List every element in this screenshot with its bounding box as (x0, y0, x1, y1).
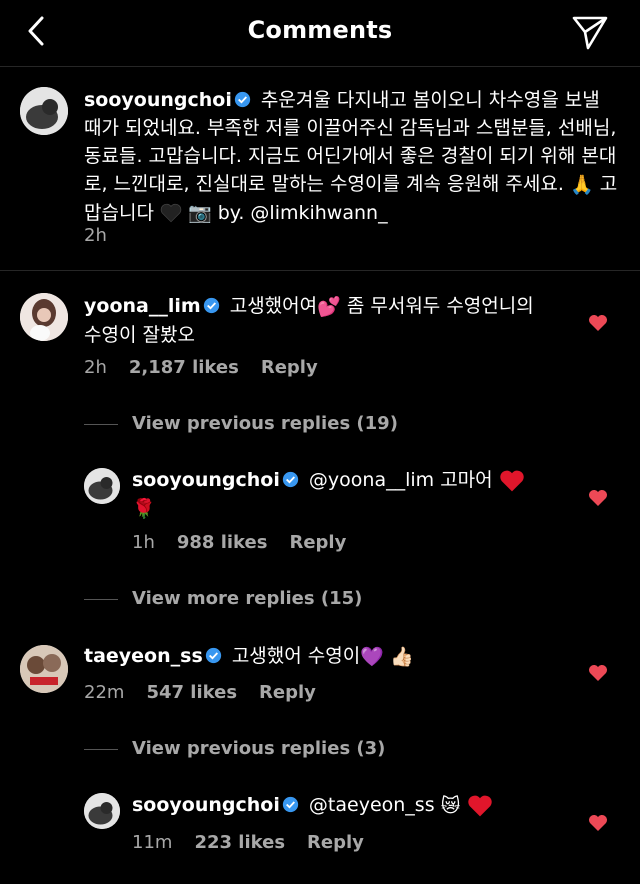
caption-credit[interactable]: by. @limkihwann_ (218, 202, 388, 224)
reply-body: @yoona__lim 고마어 (308, 469, 493, 491)
rose-emoji: 🌹 (132, 497, 156, 520)
caption-meta: 2h (84, 225, 129, 246)
comment-body-cont: 좀 무서워두 수영언니의 (346, 295, 534, 317)
like-heart-icon[interactable] (588, 664, 608, 682)
verified-badge-icon (282, 796, 299, 813)
reply-likes[interactable]: 988 likes (177, 532, 268, 553)
caption-time: 2h (84, 225, 107, 246)
red-heart-icon (500, 470, 524, 491)
reply-text: sooyoungchoi @taeyeon_ss 😿 (132, 791, 572, 820)
avatar[interactable] (84, 468, 120, 504)
view-replies-label: View previous replies (3) (132, 738, 386, 759)
reply-time: 11m (132, 832, 173, 853)
comment-text: taeyeon_ss 고생했어 수영이💜 👍🏻 (84, 642, 584, 671)
view-previous-replies-button[interactable]: View previous replies (19) (84, 413, 398, 434)
comment-body: 고생했어 수영이 (231, 645, 361, 667)
reply-body: @taeyeon_ss (308, 794, 435, 816)
like-heart-icon[interactable] (588, 314, 608, 332)
verified-badge-icon (282, 471, 299, 488)
two-hearts-emoji: 💕 (317, 295, 341, 318)
caption-text: sooyoungchoi 추운겨울 다지내고 봄이오니 차수영을 보낼 때가 되… (84, 86, 620, 227)
reply-text: sooyoungchoi @yoona__lim 고마어 🌹 (132, 466, 572, 523)
header: Comments (0, 0, 640, 67)
comment-likes[interactable]: 547 likes (146, 682, 237, 703)
like-heart-icon[interactable] (588, 814, 608, 832)
comment-username[interactable]: yoona__lim (84, 295, 201, 317)
reply-button[interactable]: Reply (289, 532, 346, 553)
camera-emoji: 📷 (188, 202, 212, 224)
verified-badge-icon (205, 647, 221, 664)
comment-time: 22m (84, 682, 125, 703)
comment-username[interactable]: taeyeon_ss (84, 645, 203, 667)
avatar[interactable] (20, 293, 68, 341)
comment-likes[interactable]: 2,187 likes (129, 357, 239, 378)
reply-time: 1h (132, 532, 155, 553)
purple-heart-emoji: 💜 (360, 645, 384, 668)
crying-cat-emoji: 😿 (440, 794, 461, 817)
reply-button[interactable]: Reply (259, 682, 316, 703)
reply-button[interactable]: Reply (261, 357, 318, 378)
verified-badge-icon (203, 297, 219, 314)
caption-username[interactable]: sooyoungchoi (84, 89, 232, 111)
divider-line (84, 424, 118, 425)
comment-time: 2h (84, 357, 107, 378)
page-title: Comments (247, 16, 393, 44)
folded-hands-emoji: 🙏 (569, 173, 594, 196)
like-heart-icon[interactable] (588, 489, 608, 507)
view-replies-label: View more replies (15) (132, 588, 363, 609)
divider-line (84, 599, 118, 600)
reply-button[interactable]: Reply (307, 832, 364, 853)
reply-username[interactable]: sooyoungchoi (132, 469, 280, 491)
send-direct-icon[interactable] (570, 12, 610, 52)
comment-meta: 22m 547 likes Reply (84, 682, 338, 703)
avatar[interactable] (20, 645, 68, 693)
avatar[interactable] (84, 793, 120, 829)
divider-line (84, 749, 118, 750)
comment-text: yoona__lim 고생했어여💕 좀 무서워두 수영언니의 수영이 잘봤오 (84, 292, 584, 349)
reply-likes[interactable]: 223 likes (194, 832, 285, 853)
view-previous-replies-button[interactable]: View previous replies (3) (84, 738, 386, 759)
thumbs-up-emoji: 👍🏻 (389, 645, 414, 668)
reply-username[interactable]: sooyoungchoi (132, 794, 280, 816)
reply-meta: 11m 223 likes Reply (132, 832, 386, 853)
red-heart-icon (467, 795, 492, 816)
verified-badge-icon (234, 91, 251, 108)
black-heart-icon (160, 203, 182, 223)
comment-body: 고생했어여 (229, 295, 318, 317)
comment-body-line2: 수영이 잘봤오 (84, 323, 195, 346)
post-caption: sooyoungchoi 추운겨울 다지내고 봄이오니 차수영을 보낼 때가 되… (0, 67, 640, 271)
view-replies-label: View previous replies (19) (132, 413, 398, 434)
avatar[interactable] (20, 87, 68, 135)
view-more-replies-button[interactable]: View more replies (15) (84, 588, 363, 609)
reply-meta: 1h 988 likes Reply (132, 532, 368, 553)
comment-meta: 2h 2,187 likes Reply (84, 357, 340, 378)
